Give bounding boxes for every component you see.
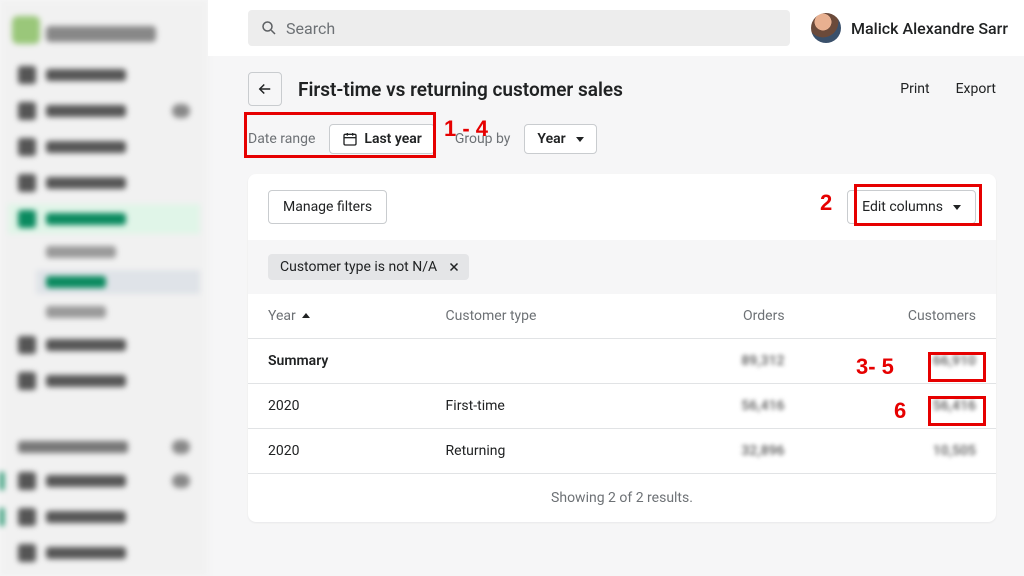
report-table: Year Customer type Orders Customers Summ… [248, 294, 996, 474]
cell-year: 2020 [248, 429, 426, 474]
group-by-value: Year [537, 131, 565, 147]
table-row: 2020 Returning 32,896 10,505 [248, 429, 996, 474]
user-menu[interactable]: Malick Alexandre Sarr [811, 13, 1008, 43]
search-placeholder: Search [286, 19, 335, 38]
export-button[interactable]: Export [956, 81, 996, 97]
search-input[interactable]: Search [248, 10, 790, 46]
sort-asc-icon [302, 313, 310, 318]
group-by-select[interactable]: Year [524, 124, 596, 154]
annotation-text-3-5: 3- 5 [856, 354, 894, 380]
col-orders[interactable]: Orders [657, 294, 804, 339]
summary-orders: 89,312 [741, 353, 784, 369]
annotation-box-2 [854, 184, 982, 226]
chevron-down-icon [576, 137, 584, 142]
annotation-text-6: 6 [894, 398, 906, 424]
col-customer-type[interactable]: Customer type [426, 294, 658, 339]
page-title: First-time vs returning customer sales [298, 78, 623, 101]
close-icon [448, 261, 460, 273]
table-row: 2020 First-time 56,416 56,416 [248, 384, 996, 429]
topbar: Search Malick Alexandre Sarr [208, 0, 1024, 56]
cell-orders: 32,896 [741, 443, 784, 459]
annotation-text-1-4: 1 - 4 [444, 116, 488, 142]
sidebar [0, 0, 208, 576]
cell-customers: 10,505 [933, 443, 976, 459]
print-button[interactable]: Print [900, 81, 929, 97]
annotation-box-3 [928, 352, 986, 382]
avatar [811, 13, 841, 43]
report-card: Manage filters Edit columns Customer typ… [248, 174, 996, 522]
remove-filter-button[interactable] [445, 258, 463, 276]
search-icon [260, 19, 278, 37]
cell-orders: 56,416 [741, 398, 784, 414]
back-button[interactable] [248, 72, 282, 106]
manage-filters-label: Manage filters [283, 199, 372, 215]
filter-chip-label: Customer type is not N/A [280, 259, 437, 275]
annotation-text-2: 2 [820, 190, 832, 216]
arrow-left-icon [256, 80, 274, 98]
annotation-box-6 [928, 396, 986, 426]
cell-customer-type: First-time [426, 384, 658, 429]
user-name: Malick Alexandre Sarr [851, 19, 1008, 38]
filter-chip[interactable]: Customer type is not N/A [268, 254, 469, 280]
col-customers[interactable]: Customers [805, 294, 996, 339]
manage-filters-button[interactable]: Manage filters [268, 190, 387, 224]
table-footer: Showing 2 of 2 results. [248, 474, 996, 522]
cell-customer-type: Returning [426, 429, 658, 474]
filters-row: Customer type is not N/A [248, 240, 996, 294]
cell-year: 2020 [248, 384, 426, 429]
summary-label: Summary [248, 339, 426, 384]
annotation-box-1 [244, 112, 436, 158]
col-year[interactable]: Year [248, 294, 426, 339]
